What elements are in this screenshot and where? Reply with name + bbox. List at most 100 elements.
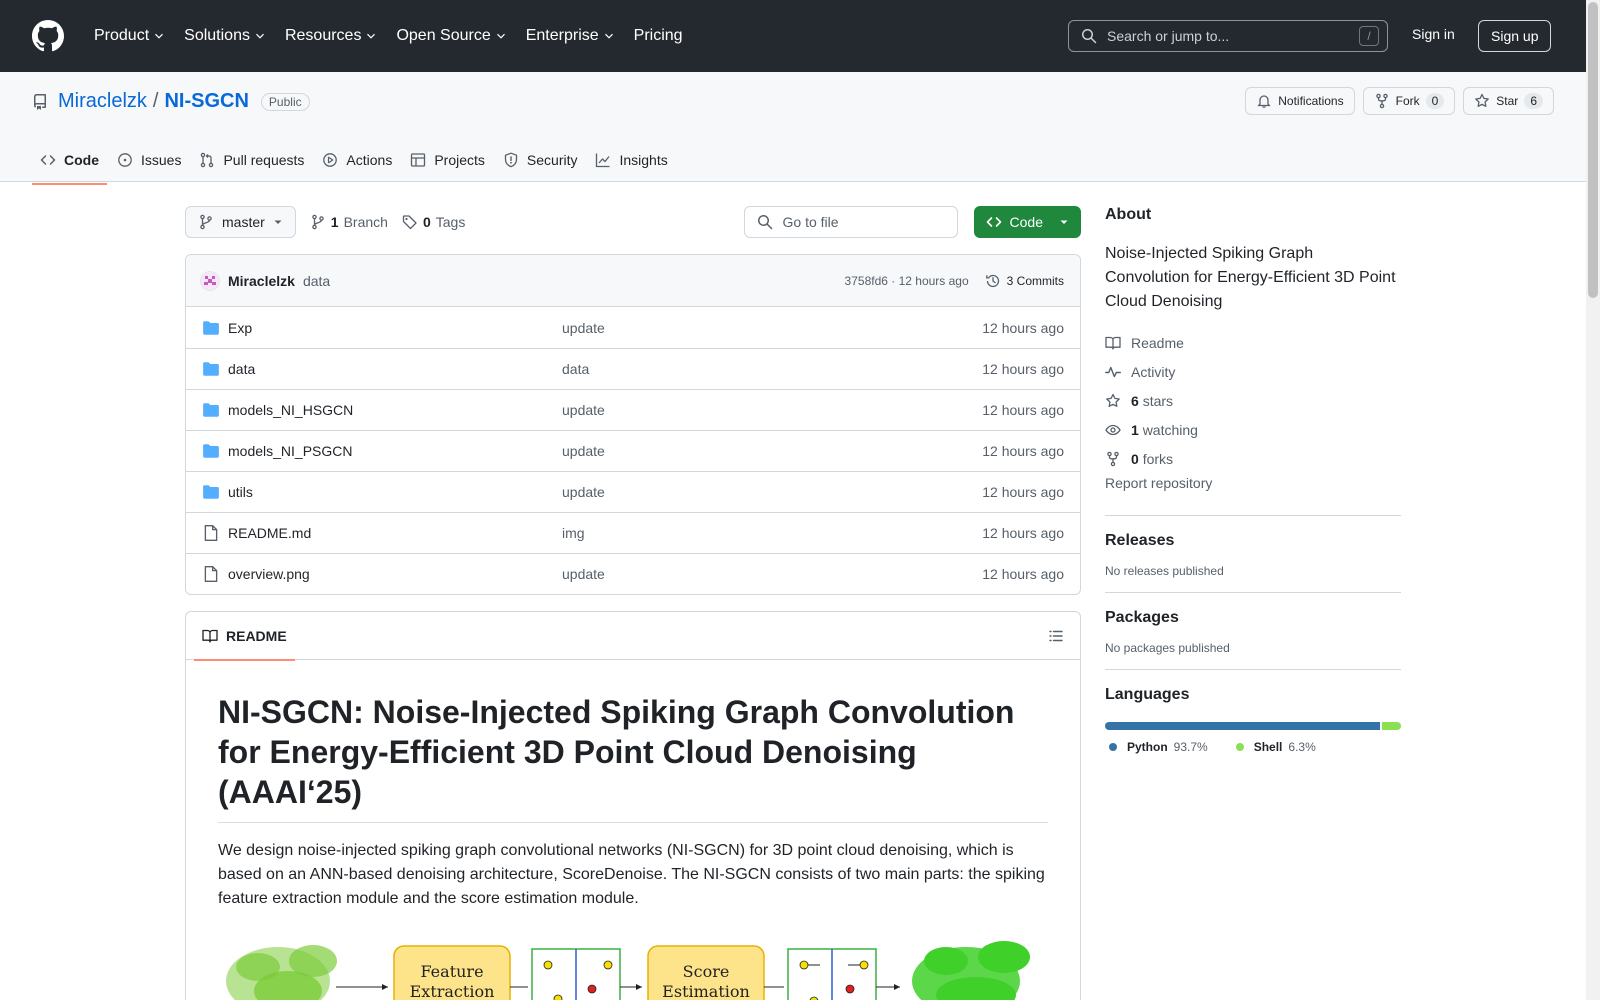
nav-solutions[interactable]: Solutions [176, 21, 273, 51]
file-commit-time: 12 hours ago [982, 361, 1064, 377]
folder-icon [203, 403, 219, 417]
branch-count: 1 [330, 214, 339, 230]
watching-label: watching [1142, 421, 1198, 438]
tab-pull-requests[interactable]: Pull requests [191, 138, 312, 182]
language-bar [1105, 722, 1401, 730]
nav-label: Pricing [633, 27, 683, 44]
file-commit-time: 12 hours ago [982, 566, 1064, 582]
sign-in-link[interactable]: Sign in [1412, 26, 1455, 42]
chevron-down-icon [256, 33, 264, 39]
tab-label: Security [526, 152, 578, 168]
file-name-link[interactable]: utils [228, 484, 562, 500]
readme-tab[interactable]: README [194, 612, 295, 661]
readme-panel: README NI-SGCN: Noise-Injected Spiking G… [185, 611, 1081, 1000]
file-name-link[interactable]: README.md [228, 525, 562, 541]
nav-pricing[interactable]: Pricing [626, 21, 691, 51]
repo-icon [33, 93, 46, 110]
language-item-shell[interactable]: Shell 6.3% [1232, 740, 1316, 754]
readme-link[interactable]: Readme [1105, 328, 1401, 357]
branch-selector[interactable]: master [185, 206, 296, 238]
activity-link[interactable]: Activity [1105, 357, 1401, 386]
file-name-link[interactable]: Exp [228, 320, 562, 336]
tab-issues[interactable]: Issues [109, 138, 189, 182]
github-logo-icon[interactable] [32, 20, 64, 52]
file-commit-message-link[interactable]: update [562, 566, 605, 582]
table-row: README.md img 12 hours ago [186, 512, 1080, 553]
file-commit-message-link[interactable]: data [562, 361, 589, 377]
tab-label: Projects [434, 152, 485, 168]
forks-link[interactable]: 0 forks [1105, 444, 1401, 473]
code-icon [986, 217, 1001, 227]
file-commit-message-link[interactable]: update [562, 484, 605, 500]
global-nav: Product Solutions Resources Open Source Ente… [86, 21, 691, 51]
language-bar-segment-python [1105, 722, 1381, 730]
table-row: overview.png update 12 hours ago [186, 553, 1080, 594]
file-name-link[interactable]: models_NI_PSGCN [228, 443, 562, 459]
file-list: Exp update 12 hours ago data data 12 hours ag… [186, 307, 1080, 594]
stars-link[interactable]: 6 stars [1105, 386, 1401, 415]
commit-message-link[interactable]: data [303, 273, 330, 289]
page-scrollbar[interactable] [1586, 0, 1600, 1000]
report-repository-link[interactable]: Report repository [1105, 475, 1401, 501]
releases-heading[interactable]: Releases [1105, 532, 1401, 550]
search-box[interactable]: Search or jump to... / [1068, 20, 1388, 52]
file-browser: Miraclelzk data 3758fd6 · 12 hours ago 3… [185, 254, 1081, 595]
table-row: models_NI_PSGCN update 12 hours ago [186, 430, 1080, 471]
star-button[interactable]: Star 6 [1463, 87, 1554, 115]
tab-projects[interactable]: Projects [402, 138, 493, 182]
scrollbar-thumb[interactable] [1588, 2, 1598, 298]
nav-product[interactable]: Product [86, 21, 172, 51]
tab-label: Code [64, 152, 99, 168]
packages-heading[interactable]: Packages [1105, 609, 1401, 627]
tag-icon [402, 215, 417, 230]
code-dropdown-button[interactable]: Code [973, 206, 1081, 238]
shield-icon [504, 152, 518, 168]
repo-name-link[interactable]: NI-SGCN [164, 90, 248, 113]
avatar[interactable] [200, 270, 220, 291]
tab-code[interactable]: Code [32, 138, 107, 185]
tab-insights[interactable]: Insights [587, 138, 675, 182]
fork-button[interactable]: Fork 0 [1362, 87, 1456, 115]
nav-resources[interactable]: Resources [277, 21, 384, 51]
table-of-contents-icon[interactable] [1048, 628, 1064, 644]
tab-security[interactable]: Security [495, 138, 586, 182]
commits-history-link[interactable]: 3 Commits [985, 273, 1064, 289]
file-name-link[interactable]: overview.png [228, 566, 562, 582]
star-count: 6 [1524, 93, 1543, 109]
file-commit-message-link[interactable]: update [562, 320, 605, 336]
play-icon [323, 153, 338, 167]
tags-link[interactable]: 0 Tags [402, 214, 465, 230]
repository-header: Miraclelzk / NI-SGCN Public Notification… [0, 72, 1600, 185]
file-name-link[interactable]: data [228, 361, 562, 377]
sign-up-button[interactable]: Sign up [1478, 20, 1552, 52]
tab-actions[interactable]: Actions [314, 138, 400, 182]
search-placeholder: Search or jump to... [1107, 28, 1230, 44]
repo-owner-link[interactable]: Miraclelzk [58, 90, 147, 113]
branch-name: master [222, 214, 265, 230]
watchers-link[interactable]: 1 watching [1105, 415, 1401, 444]
file-commit-message-link[interactable]: update [562, 443, 605, 459]
nav-enterprise[interactable]: Enterprise [518, 21, 622, 51]
file-name-link[interactable]: models_NI_HSGCN [228, 402, 562, 418]
file-commit-message-link[interactable]: update [562, 402, 605, 418]
nav-open-source[interactable]: Open Source [388, 21, 513, 51]
go-to-file-input[interactable]: Go to file [743, 206, 958, 238]
sidebar-divider [1105, 515, 1401, 516]
commit-hash-time[interactable]: 3758fd6 · 12 hours ago [845, 274, 969, 288]
tag-label: Tags [435, 214, 466, 230]
sidebar-divider [1105, 592, 1401, 593]
code-icon [40, 155, 56, 165]
language-color-dot [1235, 743, 1244, 751]
language-color-dot [1109, 743, 1117, 751]
branches-link[interactable]: 1 Branch [310, 214, 388, 230]
branch-icon [312, 214, 324, 230]
language-item-python[interactable]: Python 93.7% [1105, 740, 1208, 754]
commit-author-link[interactable]: Miraclelzk [228, 273, 295, 289]
notifications-button[interactable]: Notifications [1245, 87, 1355, 115]
branch-label: Branch [343, 214, 388, 230]
nav-label: Solutions [184, 27, 250, 44]
file-commit-message-link[interactable]: img [562, 525, 585, 541]
chevron-down-icon [604, 33, 613, 39]
releases-empty-text: No releases published [1105, 564, 1224, 578]
language-name: Shell [1253, 740, 1283, 754]
